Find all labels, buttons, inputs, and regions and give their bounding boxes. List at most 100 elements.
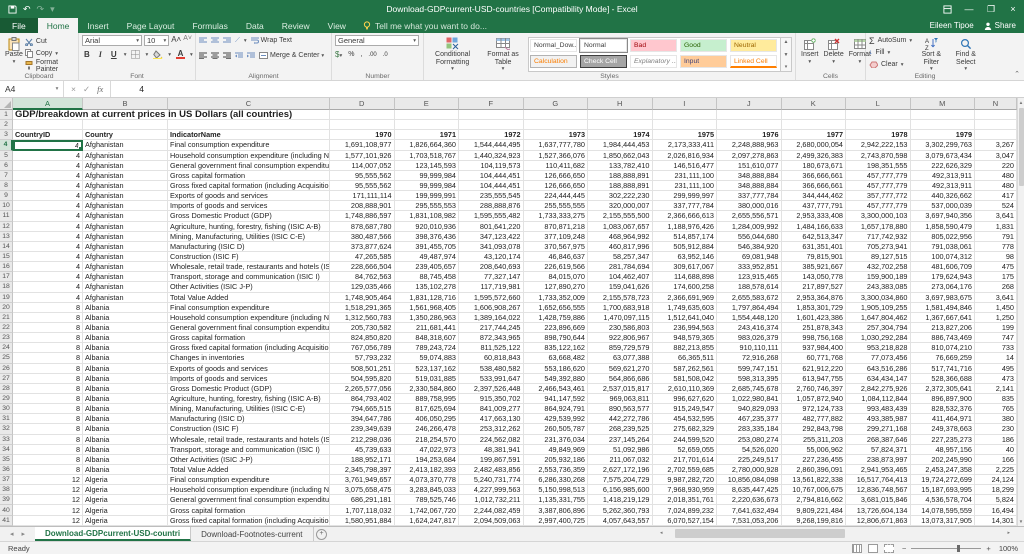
cell-value[interactable]: 996,627,620 [652,393,717,405]
cell-value[interactable]: 519,031,885 [394,373,459,384]
cell-value[interactable]: 2,997,400,725 [523,515,588,526]
cell-value[interactable]: 948,579,365 [652,333,717,344]
user-name[interactable]: Eileen Tipoe [930,21,974,30]
cell-value[interactable]: 1,561,968,405 [394,302,459,313]
cell[interactable] [168,120,330,131]
cell-year-1975[interactable]: 1975 [652,130,717,141]
cell-value[interactable]: 2,173,333,411 [652,140,717,151]
cell-value-clipped[interactable]: 175 [975,272,1017,283]
cell[interactable] [781,120,846,131]
cell-value[interactable]: 202,245,990 [910,454,975,465]
cell-indicator-12[interactable]: Agriculture, hunting, forestry, fishing … [168,221,330,232]
cell-value[interactable]: 320,000,007 [588,201,653,212]
hscroll-right-icon[interactable]: ▸ [1007,529,1010,538]
cell-value[interactable]: 268,387,646 [846,434,911,445]
cell-value[interactable]: 126,666,650 [523,180,588,192]
cell-value[interactable]: 99,999,984 [394,170,459,181]
cell-style-normal-dow-[interactable]: Normal_Dow... [530,39,577,52]
cell-country-40[interactable]: Algeria [83,505,168,516]
cell-value[interactable]: 13,726,604,134 [846,505,911,516]
cell-value-clipped[interactable]: 14 [975,353,1017,364]
cell-country-26[interactable]: Albania [83,363,168,374]
cell-value[interactable]: 199,999,991 [394,191,459,202]
cell-value[interactable]: 1,853,301,729 [781,302,846,313]
cell-value[interactable]: 2,265,577,056 [330,383,395,394]
cell-value[interactable]: 95,555,562 [330,170,395,181]
cell-value-clipped[interactable]: 186 [975,434,1017,445]
cell-value[interactable]: 1,484,166,633 [781,221,846,232]
cell-value[interactable]: 58,257,347 [588,251,653,263]
cell-value[interactable]: 1,595,572,660 [459,292,524,303]
cell-value-clipped[interactable]: 3,267 [975,140,1017,151]
cell-value[interactable]: 1,647,804,462 [846,312,911,323]
cell-value[interactable]: 810,074,210 [910,343,975,354]
row-header-28[interactable]: 28 [0,383,13,394]
cell-country-41[interactable]: Algeria [83,515,168,526]
cell[interactable] [588,110,653,121]
cell-value[interactable]: 581,508,042 [652,373,717,384]
collapse-ribbon-icon[interactable]: ⌃ [1014,70,1020,78]
cell-value-clipped[interactable]: 14,301 [975,515,1017,526]
hscroll-left-icon[interactable]: ◂ [660,529,663,538]
cell-value[interactable]: 468,964,992 [588,231,653,242]
cell-indicator-11[interactable]: Gross Domestic Product (GDP) [168,211,330,222]
cell-value[interactable]: 1,030,292,284 [846,333,911,344]
cell-countryid-10[interactable]: 4 [13,201,83,212]
cell-value[interactable]: 537,000,039 [910,201,975,212]
decrease-indent-icon[interactable] [235,52,243,59]
cell-value[interactable]: 878,687,780 [330,221,395,232]
cell-value[interactable]: 337,777,784 [652,201,717,212]
cell-value[interactable]: 292,843,798 [781,424,846,435]
cell[interactable] [330,120,395,131]
cell-value[interactable]: 523,137,162 [394,363,459,374]
cell-value[interactable]: 188,578,614 [717,282,782,293]
cell-value[interactable]: 52,659,055 [652,444,717,455]
cell-country-24[interactable]: Albania [83,343,168,354]
column-header-N[interactable]: N [975,98,1017,110]
cell-value-clipped[interactable]: 835 [975,393,1017,405]
cell-value[interactable]: 1,518,291,365 [330,302,395,313]
cell-value[interactable]: 99,999,984 [394,180,459,192]
cell-value[interactable]: 398,376,436 [394,231,459,242]
cell-value[interactable]: 442,272,786 [588,414,653,425]
fill-button[interactable]: ↓ Fill ▾ [869,47,912,58]
cell-value[interactable]: 1,606,908,267 [459,302,524,313]
cell-value[interactable]: 835,122,162 [523,343,588,354]
cell-indicator-41[interactable]: Gross fixed capital formation (including… [168,515,330,526]
insert-cells-button[interactable]: Insert ▾ [799,35,821,67]
cell-value[interactable]: 1,418,219,129 [588,495,653,506]
shrink-font-button[interactable]: A˅ [183,35,192,46]
cell-countryid-33[interactable]: 8 [13,434,83,445]
cell-value[interactable]: 9,987,282,720 [652,475,717,486]
cell-value[interactable]: 366,666,661 [781,170,846,181]
grow-font-button[interactable]: A˄ [171,35,181,46]
cell-value[interactable]: 1,084,112,844 [846,393,911,405]
row-header-18[interactable]: 18 [0,282,13,293]
cell-value[interactable]: 3,075,658,475 [330,485,395,496]
cell-value[interactable]: 60,818,843 [459,353,524,364]
cell-country-36[interactable]: Albania [83,464,168,476]
cell-value[interactable]: 2,366,666,613 [652,211,717,222]
cell-value[interactable]: 213,827,206 [910,322,975,334]
cell-value[interactable]: 63,952,146 [652,251,717,263]
cell-value[interactable]: 1,544,444,495 [459,140,524,151]
cell-value[interactable]: 217,897,527 [781,282,846,293]
cell-value-clipped[interactable]: 417 [975,191,1017,202]
cell-value[interactable]: 253,312,262 [459,424,524,435]
cell-country-15[interactable]: Afghanistan [83,251,168,263]
cell-value[interactable]: 621,912,220 [781,363,846,374]
cell-value[interactable]: 993,483,439 [846,404,911,415]
underline-button[interactable]: U [109,50,119,59]
cell-value[interactable]: 16,517,764,413 [846,475,911,486]
cell-value[interactable]: 864,793,402 [330,393,395,405]
cell-value[interactable]: 1,577,101,926 [330,150,395,161]
cell-indicator-37[interactable]: Final consumption expenditure [168,475,330,486]
cell-value[interactable]: 123,145,593 [394,160,459,171]
cell-country-35[interactable]: Albania [83,454,168,465]
cell-value[interactable]: 88,745,458 [394,272,459,283]
cell-value[interactable]: 159,900,189 [846,272,911,283]
cell-value[interactable]: 95,555,562 [330,180,395,192]
cell-value[interactable]: 889,758,995 [394,393,459,405]
row-header-23[interactable]: 23 [0,333,13,344]
borders-icon[interactable] [131,50,141,59]
